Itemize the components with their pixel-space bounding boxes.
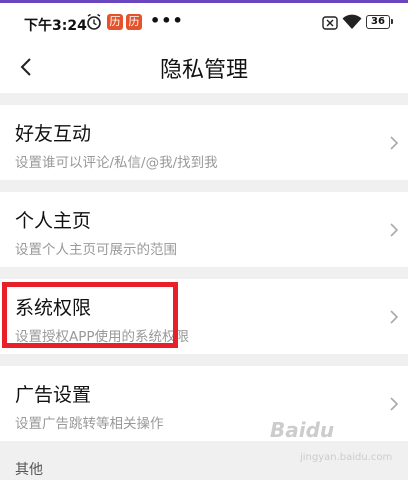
section-header-other: 其他 [15, 462, 43, 478]
app-badge-icon: 历 [126, 14, 142, 30]
setting-title: 广告设置 [15, 384, 92, 406]
setting-item-ad-settings[interactable]: 广告设置 设置广告跳转等相关操作 [0, 366, 408, 441]
status-bar: 下午3:24 历 历 ••• 36 [0, 3, 408, 43]
setting-subtitle: 设置个人主页可展示的范围 [15, 242, 177, 258]
baidu-watermark-url: jingyan.baidu.com [300, 452, 393, 463]
chevron-right-icon [388, 394, 400, 414]
wifi-icon [342, 14, 362, 34]
more-notifications-icon: ••• [150, 11, 184, 30]
chevron-right-icon [388, 133, 400, 153]
setting-title: 个人主页 [15, 210, 92, 232]
app-badge-icon: 历 [107, 14, 123, 30]
nav-bar: 隐私管理 [0, 43, 408, 93]
chevron-right-icon [388, 307, 400, 327]
page-title: 隐私管理 [159, 58, 248, 83]
battery-icon: 36 [366, 15, 393, 29]
setting-subtitle: 设置谁可以评论/私信/@我/找到我 [15, 155, 218, 171]
chevron-right-icon [388, 220, 400, 240]
setting-item-personal-homepage[interactable]: 个人主页 设置个人主页可展示的范围 [0, 192, 408, 267]
status-time: 下午3:24 [24, 18, 87, 34]
highlight-annotation [2, 282, 178, 348]
baidu-watermark: Baidu [270, 418, 335, 442]
setting-title: 好友互动 [15, 123, 92, 145]
setting-item-friend-interaction[interactable]: 好友互动 设置谁可以评论/私信/@我/找到我 [0, 105, 408, 180]
notification-off-icon [322, 15, 338, 34]
alarm-icon [86, 13, 102, 35]
setting-subtitle: 设置广告跳转等相关操作 [15, 416, 164, 432]
